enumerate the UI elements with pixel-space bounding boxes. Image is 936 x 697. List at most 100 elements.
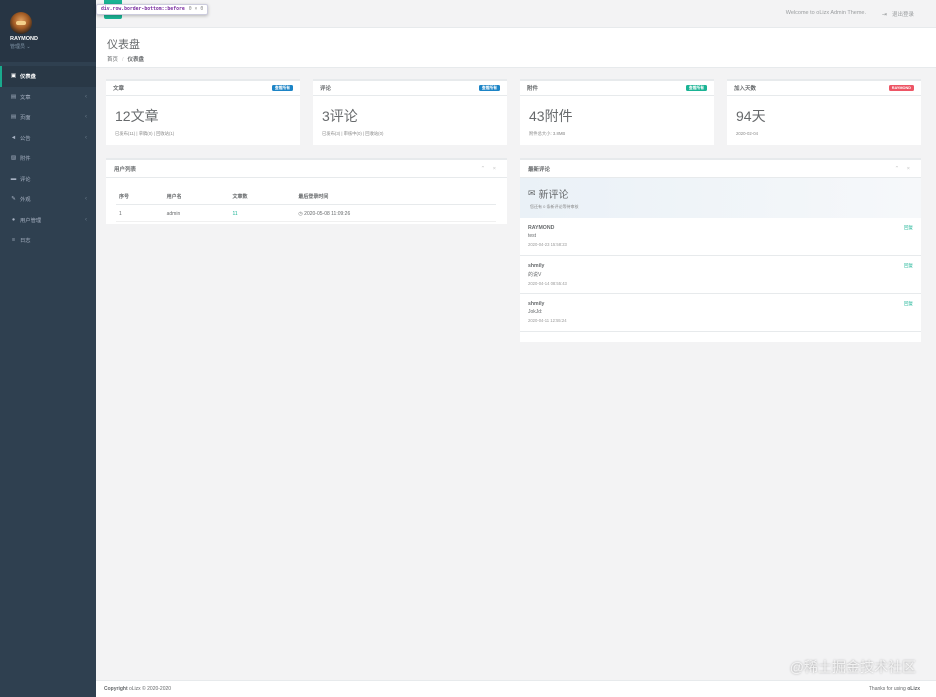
monitor-icon: ▣ xyxy=(10,73,17,80)
stat-title: 文章 xyxy=(113,86,125,92)
stat-detail: 已发布(3) | 审核中(0) | 回收站(0) xyxy=(322,131,384,136)
sidebar-item[interactable]: ▤ 页面 ‹ xyxy=(0,107,96,128)
page-title: 仪表盘 xyxy=(107,39,140,51)
comment-text: 的说V xyxy=(528,272,542,278)
comment-time: 2020-04-14 08:55:43 xyxy=(528,281,567,286)
stat-detail: 2020-02-04 xyxy=(736,131,758,136)
view-all-badge[interactable]: 查看所有 xyxy=(271,84,293,92)
sidebar-item-label: 公告 xyxy=(20,135,31,142)
sidebar-item[interactable]: ▤ 文章 ‹ xyxy=(0,87,96,108)
chevron-left-icon: ‹ xyxy=(85,114,87,121)
avatar[interactable] xyxy=(10,12,32,34)
chevron-left-icon: ‹ xyxy=(85,196,87,203)
sidebar-item[interactable]: ▣ 仪表盘 xyxy=(0,66,96,87)
comment-icon: ▬ xyxy=(10,175,17,182)
log-icon: ≡ xyxy=(11,237,16,244)
breadcrumb-home-link[interactable]: 首页 xyxy=(107,57,118,63)
envelope-icon: ✉ xyxy=(528,188,536,198)
sidebar-item[interactable]: ≡ 日志 xyxy=(0,230,96,251)
column-header: 文章数 xyxy=(229,188,296,205)
sidebar-item[interactable]: ● 用户管理 ‹ xyxy=(0,210,96,231)
sign-out-icon: ⇥ xyxy=(881,11,887,18)
reply-link[interactable]: 回复 xyxy=(904,263,913,269)
comment-author: shmily xyxy=(528,301,545,307)
comment-item: RAYMOND test 2020-04-23 15:58:23 回复 xyxy=(520,218,921,256)
page-heading: 仪表盘 首页 / 仪表盘 xyxy=(96,28,936,68)
image-icon: ▨ xyxy=(10,155,17,162)
breadcrumb-current: 仪表盘 xyxy=(127,57,145,63)
stat-title: 加入天数 xyxy=(734,86,757,92)
panel-title: 用户列表 xyxy=(114,166,137,173)
sidebar-item-label: 文章 xyxy=(20,94,31,101)
comment-author: shmily xyxy=(528,263,545,269)
stat-card-comments: 评论 查看所有 3评论 已发布(3) | 审核中(0) | 回收站(0) xyxy=(313,79,507,145)
bullhorn-icon: ◄ xyxy=(10,134,17,141)
comment-text: test xyxy=(528,233,537,239)
table-row: 1 admin 11 ◷ 2020-05-08 11:09:26 xyxy=(116,204,496,222)
profile-name[interactable]: RAYMOND xyxy=(10,36,96,42)
new-comments-subtitle: 您还有 0 条新评论等待审核 xyxy=(530,204,579,209)
page-icon: ▤ xyxy=(10,114,17,121)
user-badge: RAYMOND xyxy=(888,84,914,92)
logout-link[interactable]: ⇥ 退出登录 xyxy=(881,10,914,19)
comment-item: shmily 的说V 2020-04-14 08:55:43 回复 xyxy=(520,256,921,294)
stat-detail: 附件总大小: 3.8MB xyxy=(529,131,566,136)
sidebar-item[interactable]: ▬ 评论 xyxy=(0,169,96,190)
caret-down-icon: ⌄ xyxy=(26,44,31,50)
stat-detail: 已发布(11) | 草稿(0) | 回收站(1) xyxy=(115,131,175,136)
stat-value: 94天 xyxy=(736,108,766,124)
profile-role-dropdown[interactable]: 管理员 ⌄ xyxy=(10,43,96,50)
devtools-inspect-tooltip: div.row.border-bottom::before 0 × 0 xyxy=(96,4,209,15)
sidebar: RAYMOND 管理员 ⌄ ▣ 仪表盘 ▤ 文章 ‹ ▤ 页面 ‹ ◄ 公告 ‹ ▨ 附件 ▬ 评论 ✎ 外观 ‹… xyxy=(0,0,96,697)
comment-item: shmily JokJd: 2020-04-11 12:55:24 回复 xyxy=(520,294,921,332)
sidebar-item-label: 页面 xyxy=(20,115,31,122)
row-username: admin xyxy=(163,204,230,222)
profile-block: RAYMOND 管理员 ⌄ xyxy=(0,0,96,62)
latest-comments-panel: 最新评论 ⌃ × ✉ 新评论 您还有 0 条新评论等待审核 RAYMOND test 2… xyxy=(520,158,921,342)
column-header: 用户名 xyxy=(163,188,230,205)
panel-title: 最新评论 xyxy=(528,166,551,173)
user-table: 序号 用户名 文章数 最后登录时间 1 admin 11 ◷ 2020-05-08 11:0… xyxy=(116,188,496,222)
comment-time: 2020-04-11 12:55:24 xyxy=(528,318,567,323)
sidebar-item-label: 用户管理 xyxy=(20,217,42,224)
chevron-left-icon: ‹ xyxy=(85,93,87,100)
reply-link[interactable]: 回复 xyxy=(904,225,913,231)
stat-value: 12文章 xyxy=(115,108,159,124)
stat-card-attachments: 附件 查看所有 43附件 附件总大小: 3.8MB xyxy=(520,79,714,145)
brush-icon: ✎ xyxy=(11,196,16,203)
row-id: 1 xyxy=(116,204,164,222)
copyright: Copyright oLizx © 2020-2020 xyxy=(104,686,172,692)
welcome-message: Welcome to oLizx Admin Theme. xyxy=(785,10,866,16)
chevron-left-icon: ‹ xyxy=(85,134,87,141)
footer: Copyright oLizx © 2020-2020 Thanks for u… xyxy=(96,680,936,697)
top-navbar: Welcome to oLizx Admin Theme. ⇥ 退出登录 xyxy=(96,0,936,28)
breadcrumb: 首页 / 仪表盘 xyxy=(107,57,145,63)
row-last-login: ◷ 2020-05-08 11:09:26 xyxy=(295,204,496,222)
stat-value: 43附件 xyxy=(529,108,573,124)
sidebar-item-label: 外观 xyxy=(20,197,31,204)
panel-tools[interactable]: ⌃ × xyxy=(895,166,913,172)
user-icon: ● xyxy=(11,216,16,223)
column-header: 序号 xyxy=(116,188,164,205)
view-all-badge[interactable]: 查看所有 xyxy=(685,84,707,92)
new-comments-banner: ✉ 新评论 您还有 0 条新评论等待审核 xyxy=(520,178,921,218)
stat-value: 3评论 xyxy=(322,108,358,124)
sidebar-item[interactable]: ✎ 外观 ‹ xyxy=(0,189,96,210)
watermark: @稀土掘金技术社区 xyxy=(789,659,916,675)
sidebar-item-label: 仪表盘 xyxy=(20,74,36,81)
comment-time: 2020-04-23 15:58:23 xyxy=(528,242,567,247)
sidebar-item-label: 评论 xyxy=(20,176,31,183)
sidebar-menu: ▣ 仪表盘 ▤ 文章 ‹ ▤ 页面 ‹ ◄ 公告 ‹ ▨ 附件 ▬ 评论 ✎ 外观 ‹ ● 用户管理 ‹ ≡ 日志 xyxy=(0,66,96,251)
chevron-left-icon: ‹ xyxy=(85,216,87,223)
comment-text: JokJd: xyxy=(528,309,543,315)
panel-tools[interactable]: ⌃ × xyxy=(481,166,499,172)
reply-link[interactable]: 回复 xyxy=(904,301,913,307)
stat-title: 评论 xyxy=(320,86,332,92)
sidebar-item-label: 附件 xyxy=(20,156,31,163)
view-all-badge[interactable]: 查看所有 xyxy=(478,84,500,92)
sidebar-item[interactable]: ◄ 公告 ‹ xyxy=(0,128,96,149)
sidebar-item[interactable]: ▨ 附件 xyxy=(0,148,96,169)
row-article-count-link[interactable]: 11 xyxy=(229,204,296,222)
stat-card-join-days: 加入天数 RAYMOND 94天 2020-02-04 xyxy=(727,79,921,145)
comment-list: RAYMOND test 2020-04-23 15:58:23 回复 shmily 的说… xyxy=(520,218,921,332)
